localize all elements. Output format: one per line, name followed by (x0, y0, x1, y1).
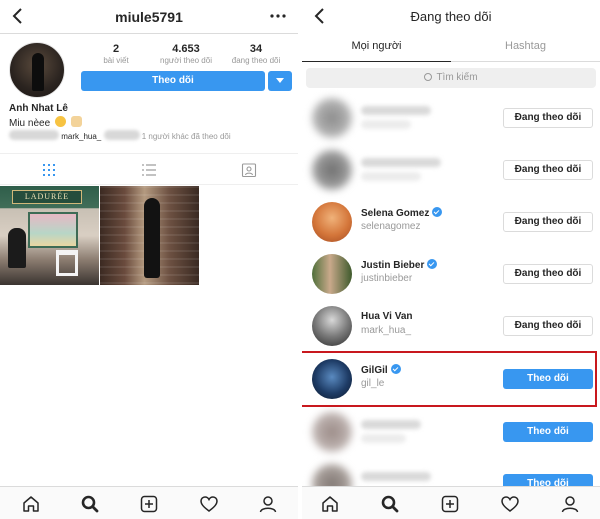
shop-window (28, 212, 78, 248)
blurred-handle (361, 120, 411, 129)
following-screen: Đang theo dõi Mọi người Hashtag Tìm kiếm… (302, 0, 600, 519)
grid-icon[interactable] (41, 162, 57, 178)
mutual-followers[interactable]: mark_hua_ 1 người khác đã theo dõi (9, 130, 231, 141)
shop-sign: LADURÉE (12, 190, 82, 204)
smiling-emoji-icon (54, 116, 66, 127)
stat-followers-label: người theo dõi (160, 56, 212, 65)
verified-badge-icon (427, 259, 438, 269)
more-options-icon[interactable] (268, 6, 288, 26)
stat-following[interactable]: 34 đang theo dõi (221, 43, 291, 65)
tab-hashtag[interactable]: Hashtag (451, 40, 600, 52)
blurred-username (103, 130, 140, 140)
search-icon[interactable] (380, 494, 400, 514)
following-button[interactable]: Đang theo dõi (503, 108, 593, 128)
following-tabs: Mọi người Hashtag (302, 34, 600, 62)
user-handle: selenagomez (361, 221, 421, 232)
mutual-user: mark_hua_ (61, 132, 102, 141)
stat-posts-label: bài viết (103, 56, 129, 65)
person-figure (8, 228, 26, 268)
avatar[interactable] (312, 412, 352, 452)
victory-hand-emoji-icon (70, 116, 82, 127)
highlight-box (302, 351, 597, 407)
avatar[interactable] (312, 150, 352, 190)
blurred-handle (361, 172, 421, 181)
stat-followers-value: 4.653 (172, 43, 200, 55)
profile-tabs (0, 153, 298, 185)
person-figure (144, 198, 160, 278)
list-item[interactable]: Đang theo dõi (302, 92, 600, 144)
stat-followers[interactable]: 4.653 người theo dõi (151, 43, 221, 65)
new-post-icon[interactable] (440, 494, 460, 514)
blurred-handle (361, 434, 406, 443)
blurred-username (361, 106, 431, 115)
user-handle: justinbieber (361, 273, 413, 284)
suggestions-dropdown-button[interactable] (268, 71, 292, 91)
profile-icon[interactable] (560, 494, 580, 514)
profile-full-name: Anh Nhat Lê (9, 103, 68, 114)
following-header: Đang theo dõi (302, 0, 600, 34)
list-item[interactable]: Hua Vi Van mark_hua_ Đang theo dõi (302, 300, 600, 352)
page-title: Đang theo dõi (410, 9, 492, 24)
user-name: Hua Vi Van (361, 311, 413, 322)
search-placeholder: Tìm kiếm (436, 72, 478, 83)
tab-people[interactable]: Mọi người (302, 40, 451, 52)
blurred-username (361, 420, 421, 429)
list-item[interactable]: Selena Gomez selenagomez Đang theo dõi (302, 196, 600, 248)
chair (56, 250, 78, 276)
blurred-username (361, 158, 441, 167)
bottom-navigation (302, 486, 600, 519)
mutual-text: 1 người khác đã theo dõi (141, 132, 231, 141)
following-button[interactable]: Đang theo dõi (503, 212, 593, 232)
blurred-username (361, 472, 431, 481)
verified-badge-icon (432, 207, 443, 217)
heart-icon[interactable] (500, 494, 520, 514)
user-name-text: Justin Bieber (361, 260, 425, 271)
home-icon[interactable] (21, 494, 41, 514)
following-button[interactable]: Đang theo dõi (503, 316, 593, 336)
list-item[interactable]: Đang theo dõi (302, 144, 600, 196)
avatar[interactable] (312, 202, 352, 242)
user-name-text: Hua Vi Van (361, 311, 413, 322)
chevron-down-icon (276, 78, 284, 83)
avatar[interactable] (312, 98, 352, 138)
list-item[interactable]: Justin Bieber justinbieber Đang theo dõi (302, 248, 600, 300)
stat-following-label: đang theo dõi (231, 56, 281, 65)
search-icon (424, 73, 433, 81)
blurred-username (9, 130, 59, 140)
follow-button[interactable]: Theo dõi (81, 71, 265, 91)
avatar[interactable] (312, 306, 352, 346)
profile-avatar[interactable] (9, 42, 65, 98)
active-tab-indicator (302, 61, 451, 62)
list-item[interactable]: Theo dõi (302, 406, 600, 458)
list-icon[interactable] (141, 162, 157, 178)
user-name-text: Selena Gomez (361, 208, 430, 219)
following-button[interactable]: Đang theo dõi (503, 264, 593, 284)
user-handle: mark_hua_ (361, 325, 412, 336)
bottom-navigation (0, 486, 298, 519)
home-icon[interactable] (320, 494, 340, 514)
user-name: Selena Gomez (361, 207, 443, 219)
heart-icon[interactable] (199, 494, 219, 514)
stat-posts-value: 2 (112, 43, 120, 55)
profile-username: miule5791 (115, 9, 183, 25)
search-icon[interactable] (80, 494, 100, 514)
new-post-icon[interactable] (139, 494, 159, 514)
profile-header: miule5791 (0, 0, 298, 34)
following-button[interactable]: Đang theo dõi (503, 160, 593, 180)
avatar[interactable] (312, 254, 352, 294)
profile-screen: miule5791 2 bài viết 4.653 người theo dõ… (0, 0, 298, 519)
tagged-photos-icon[interactable] (241, 162, 257, 178)
post-thumbnail[interactable] (100, 186, 199, 285)
user-name: Justin Bieber (361, 259, 438, 271)
stat-following-value: 34 (249, 43, 263, 55)
shop-sign-text: LADURÉE (24, 192, 70, 201)
stat-posts[interactable]: 2 bài viết (81, 43, 151, 65)
follow-button[interactable]: Theo dõi (503, 422, 593, 442)
post-thumbnail[interactable]: LADURÉE (0, 186, 99, 285)
profile-bio: Miu nèee (9, 116, 82, 129)
profile-icon[interactable] (258, 494, 278, 514)
profile-bio-text: Miu nèee (9, 118, 51, 129)
search-input[interactable]: Tìm kiếm (306, 68, 596, 88)
